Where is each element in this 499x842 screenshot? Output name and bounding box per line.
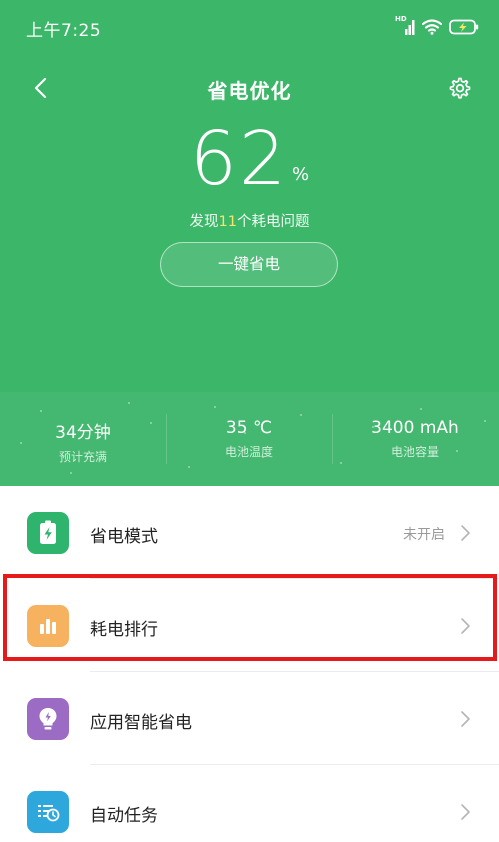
menu-item-label: 省电模式 <box>90 527 158 547</box>
page-title: 省电优化 <box>207 79 292 103</box>
menu-item-auto-tasks[interactable]: 自动任务 <box>0 765 499 842</box>
chevron-right-icon <box>461 618 470 634</box>
signal-icon: HD <box>395 15 415 36</box>
issues-prefix: 发现 <box>189 214 219 230</box>
wifi-icon <box>421 19 443 35</box>
stat-value: 34分钟 <box>55 423 111 443</box>
menu-item-smart-app-saving[interactable]: 应用智能省电 <box>0 672 499 765</box>
chevron-right-icon <box>461 711 470 727</box>
stat-charge-time: 34分钟 预计充满 <box>0 418 166 465</box>
battery-bolt-icon <box>27 512 69 554</box>
task-clock-icon <box>27 791 69 833</box>
chevron-right-icon <box>461 804 470 820</box>
battery-percentage: 62% <box>0 114 499 204</box>
issues-suffix: 个耗电问题 <box>236 214 310 230</box>
stat-label: 电池温度 <box>224 445 273 459</box>
status-bar: 上午7:25 HD <box>0 0 499 54</box>
chevron-right-icon <box>461 525 470 541</box>
menu-item-power-ranking[interactable]: 耗电排行 <box>0 579 499 672</box>
issues-count: 11 <box>218 214 237 230</box>
battery-percent-value: 62 <box>189 116 289 202</box>
battery-hero: 上午7:25 HD 省电优化 62 % 发现11个耗电问题 一键省电 34分钟 … <box>0 0 499 486</box>
nav-bar: 省电优化 <box>0 60 499 116</box>
menu-item-power-saving-mode[interactable]: 省电模式 未开启 <box>0 486 499 579</box>
gear-icon <box>449 77 471 99</box>
lightbulb-icon <box>27 698 69 740</box>
stat-value: 35 ℃ <box>225 418 273 438</box>
stat-value: 3400 mAh <box>371 418 459 438</box>
menu-item-value: 未开启 <box>403 527 445 543</box>
issues-summary: 发现11个耗电问题 <box>0 210 499 231</box>
stat-label: 电池容量 <box>390 445 439 459</box>
menu-item-label: 自动任务 <box>90 806 158 826</box>
settings-list: 省电模式 未开启 耗电排行 应用智能省电 自动任务 <box>0 486 499 842</box>
one-key-save-button[interactable]: 一键省电 <box>160 242 338 287</box>
menu-item-label: 应用智能省电 <box>90 713 192 733</box>
battery-stats: 34分钟 预计充满 35 ℃ 电池温度 3400 mAh 电池容量 <box>0 392 499 486</box>
stat-capacity: 3400 mAh 电池容量 <box>332 418 498 460</box>
status-time: 上午7:25 <box>26 21 102 41</box>
battery-percent-unit: % <box>292 164 310 185</box>
bar-chart-icon <box>27 605 69 647</box>
stat-temperature: 35 ℃ 电池温度 <box>166 418 332 460</box>
battery-status-icon <box>449 19 479 35</box>
menu-item-label: 耗电排行 <box>90 620 158 640</box>
settings-button[interactable] <box>441 70 477 106</box>
status-icons: HD <box>395 15 479 38</box>
stat-label: 预计充满 <box>58 450 107 464</box>
